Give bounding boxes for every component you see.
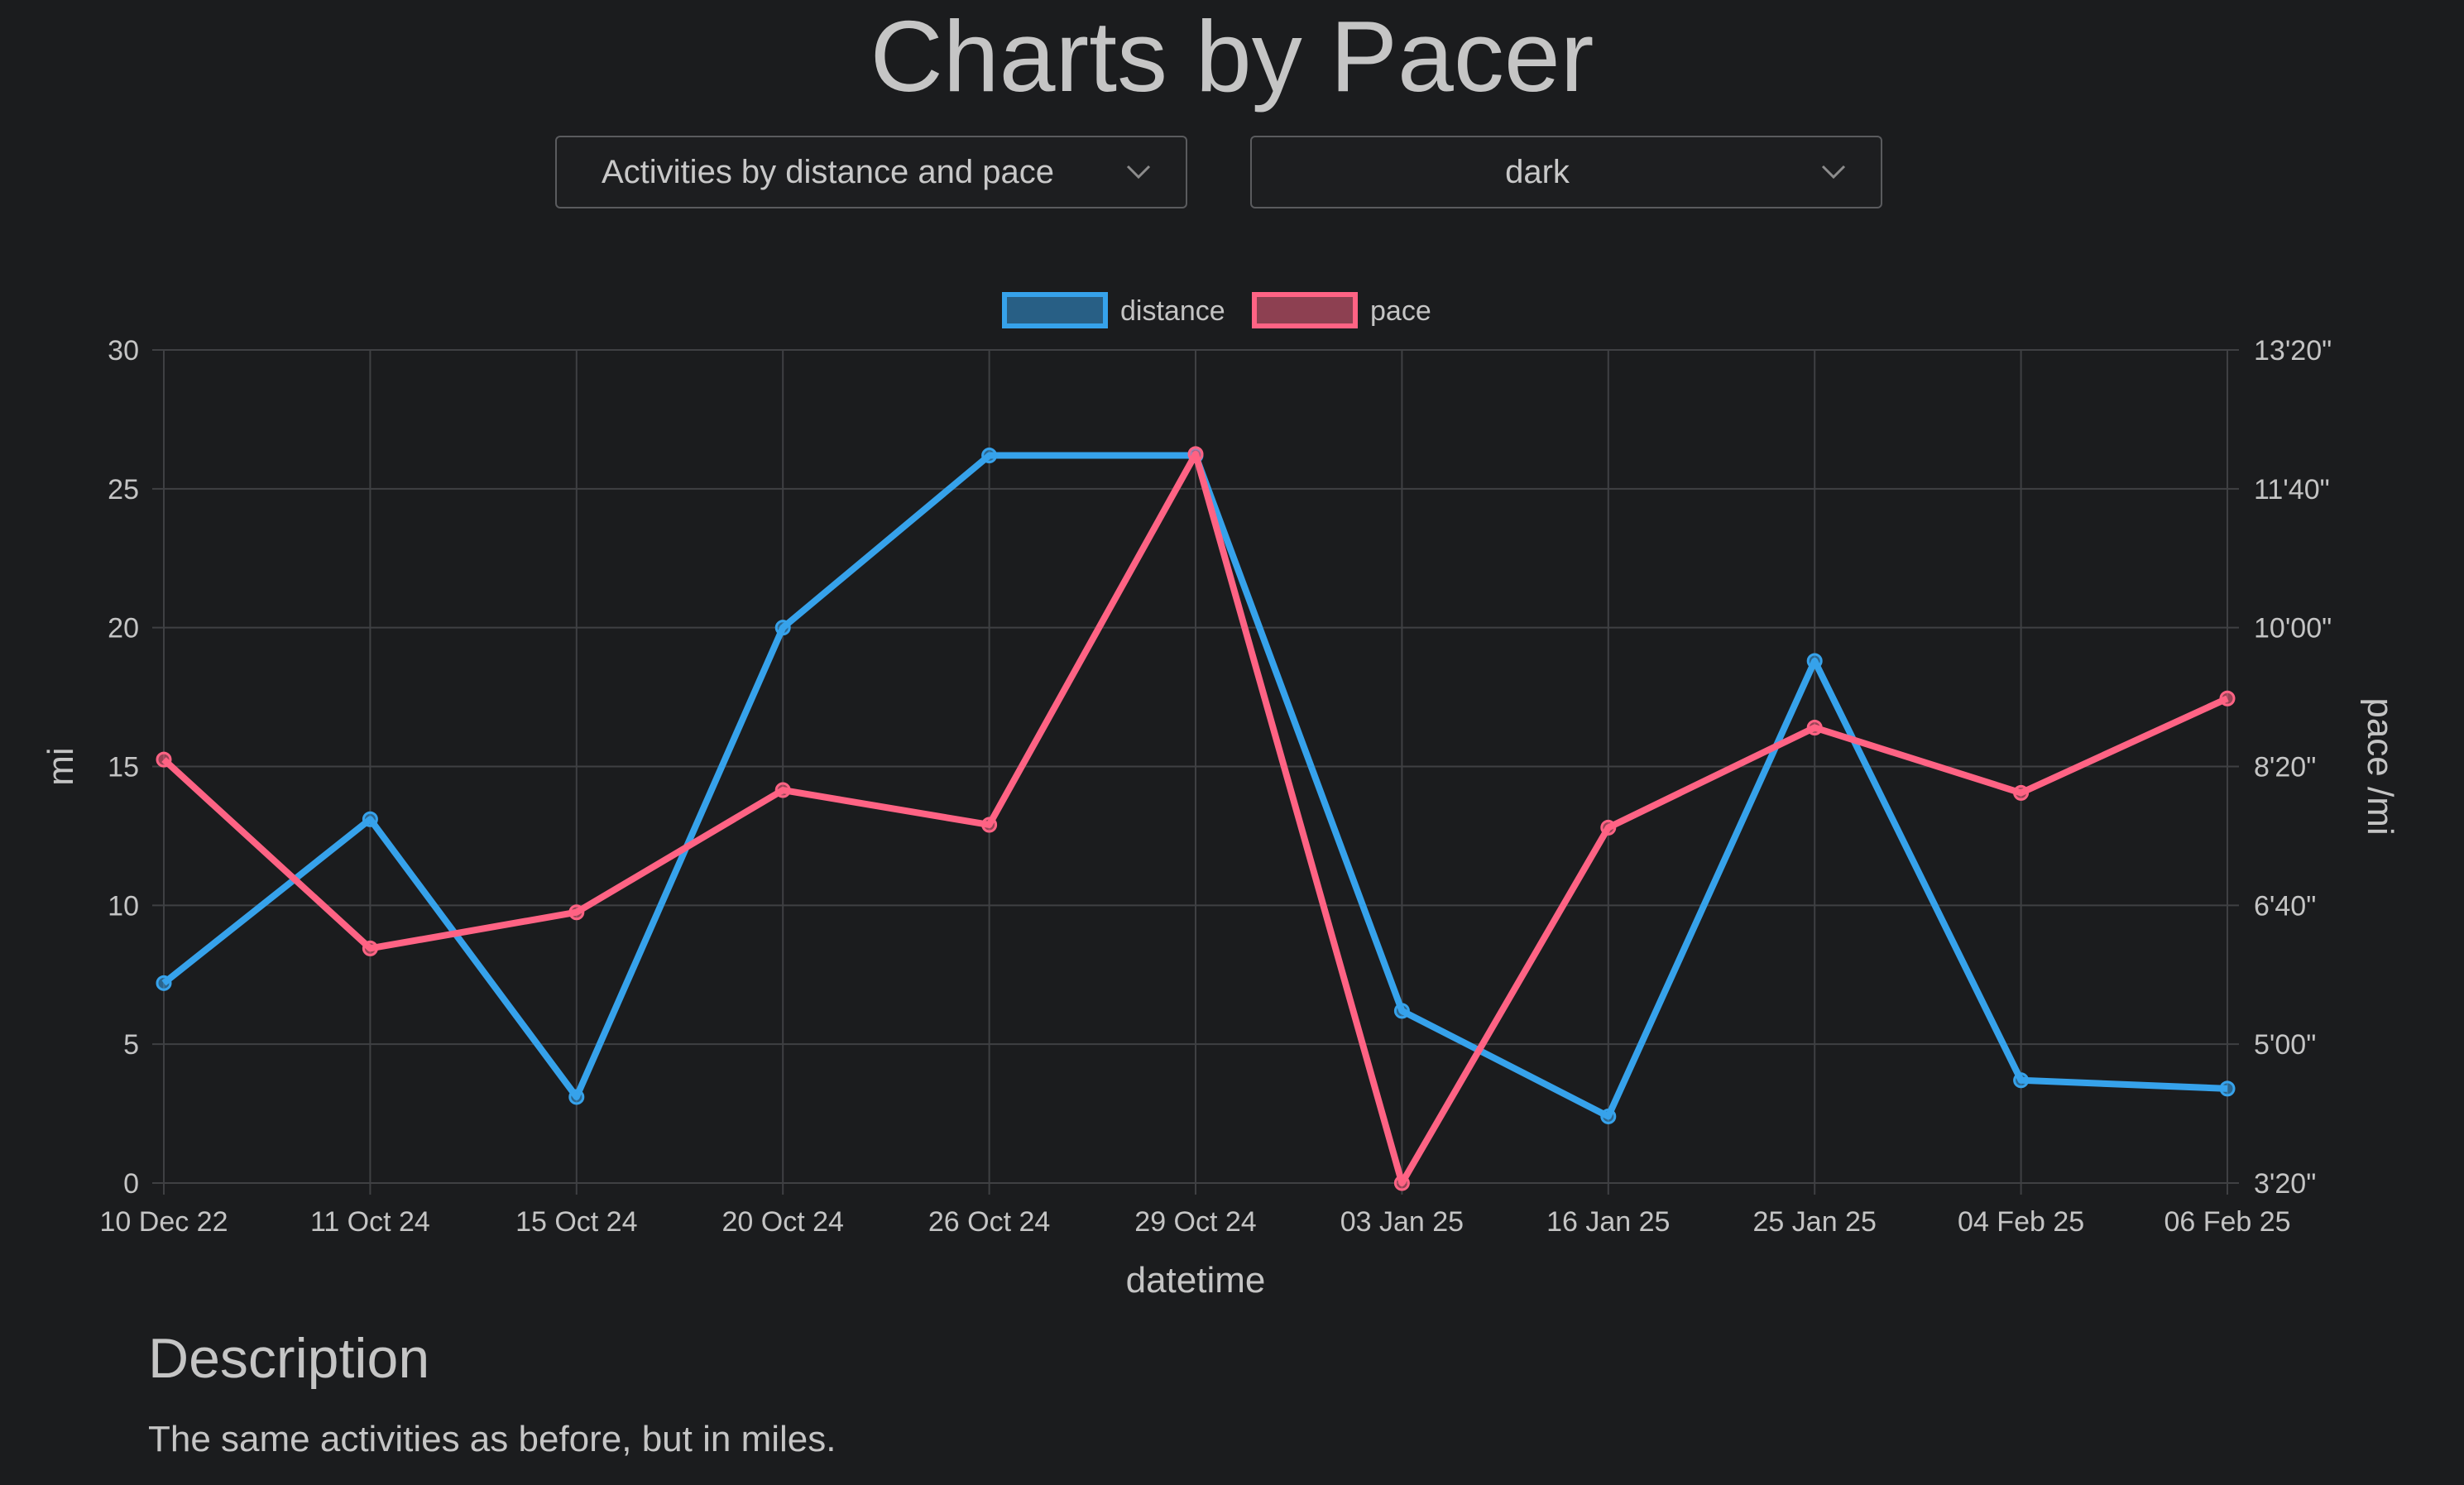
description-heading: Description (148, 1327, 430, 1390)
data-point-distance (2013, 1072, 2030, 1089)
data-point-distance (1393, 1003, 1410, 1019)
y-left-tick-label: 15 (108, 752, 139, 783)
data-point-pace (156, 751, 172, 768)
x-tick-label: 26 Oct 24 (928, 1206, 1050, 1238)
data-point-distance (1600, 1108, 1617, 1124)
x-axis-title: datetime (1126, 1260, 1266, 1301)
data-point-distance (1806, 653, 1823, 669)
y-right-tick-label: 5'00" (2254, 1029, 2316, 1061)
data-point-pace (2013, 784, 2030, 801)
legend-label-distance: distance (1120, 295, 1225, 327)
data-point-pace (2219, 690, 2236, 707)
data-point-pace (568, 904, 585, 921)
data-point-pace (1600, 819, 1617, 836)
legend-swatch-distance (1002, 292, 1108, 328)
x-tick-label: 16 Jan 25 (1546, 1206, 1670, 1238)
data-point-distance (2219, 1080, 2236, 1097)
x-tick-label: 04 Feb 25 (1958, 1206, 2084, 1238)
y-right-tick-label: 10'00" (2254, 613, 2332, 644)
data-point-pace (774, 782, 791, 798)
y-left-tick-label: 30 (108, 335, 139, 366)
y-left-tick-label: 25 (108, 474, 139, 505)
data-point-pace (1187, 446, 1204, 462)
data-point-distance (774, 620, 791, 636)
data-point-distance (156, 975, 172, 991)
chart-legend: distance pace (1002, 292, 1431, 328)
y-right-tick-label: 11'40" (2254, 474, 2330, 505)
x-tick-label: 03 Jan 25 (1340, 1206, 1464, 1238)
chevron-down-icon (1126, 165, 1151, 180)
legend-label-pace: pace (1370, 295, 1431, 327)
page-title: Charts by Pacer (870, 0, 1594, 113)
chevron-down-icon (1821, 165, 1846, 180)
data-point-distance (981, 448, 998, 464)
data-point-distance (568, 1089, 585, 1105)
chart-type-select-value: Activities by distance and pace (602, 154, 1054, 190)
y-right-tick-label: 13'20" (2254, 335, 2332, 366)
y-left-tick-label: 20 (108, 613, 139, 644)
theme-select-value: dark (1505, 154, 1570, 190)
y-left-tick-label: 5 (123, 1029, 139, 1061)
x-tick-label: 29 Oct 24 (1134, 1206, 1256, 1238)
data-point-pace (981, 817, 998, 833)
y-right-tick-label: 3'20" (2254, 1168, 2316, 1200)
theme-select[interactable]: dark (1250, 136, 1882, 208)
chart-grid (152, 349, 2239, 1195)
legend-swatch-pace (1252, 292, 1358, 328)
y-right-tick-label: 6'40" (2254, 890, 2316, 922)
chart-type-select[interactable]: Activities by distance and pace (555, 136, 1187, 208)
data-point-pace (1393, 1175, 1410, 1191)
x-tick-label: 20 Oct 24 (721, 1206, 843, 1238)
data-point-pace (362, 940, 378, 956)
y-left-tick-label: 10 (108, 890, 139, 922)
data-point-pace (1806, 720, 1823, 736)
data-point-distance (362, 811, 378, 827)
chart-axes: 10 Dec 22 11 Oct 24 15 Oct 24 20 Oct 24 26 O… (41, 335, 2400, 1301)
x-tick-label: 10 Dec 22 (100, 1206, 228, 1238)
y-right-tick-label: 8'20" (2254, 752, 2316, 783)
y-right-axis-title: pace /mi (2360, 697, 2400, 835)
x-tick-label: 25 Jan 25 (1753, 1206, 1877, 1238)
x-tick-label: 06 Feb 25 (2164, 1206, 2290, 1238)
x-tick-label: 11 Oct 24 (310, 1206, 430, 1238)
description-text: The same activities as before, but in mi… (148, 1419, 837, 1459)
y-left-tick-label: 0 (123, 1168, 139, 1200)
y-left-axis-title: mi (41, 747, 81, 785)
line-chart: distance pace 10 Dec 22 11 Oct 24 15 Oct 24… (41, 292, 2400, 1301)
x-tick-label: 15 Oct 24 (515, 1206, 637, 1238)
